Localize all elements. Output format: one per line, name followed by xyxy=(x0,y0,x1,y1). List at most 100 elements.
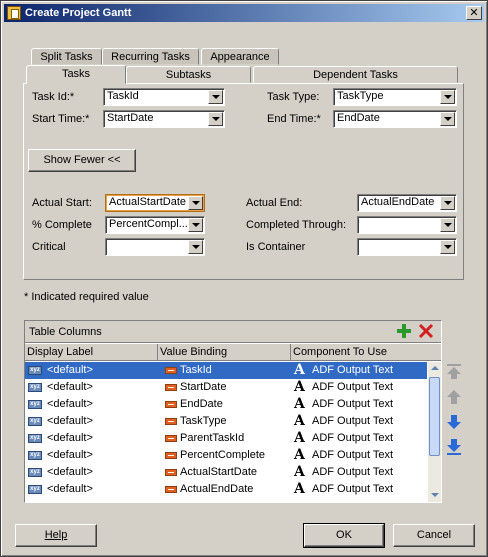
add-icon[interactable] xyxy=(396,323,412,339)
title-bar: Create Project Gantt ✕ xyxy=(4,4,484,22)
row-display-label: <default> xyxy=(47,415,93,427)
completed-through-combo[interactable] xyxy=(357,216,457,234)
table-scrollbar[interactable] xyxy=(428,362,441,502)
row-component: ADF Output Text xyxy=(312,466,394,478)
percent-complete-value: PercentCompl... xyxy=(109,218,188,230)
row-display-label: <default> xyxy=(47,449,93,461)
chevron-down-icon[interactable] xyxy=(440,90,455,104)
row-component: ADF Output Text xyxy=(312,449,394,461)
end-time-value: EndDate xyxy=(337,112,380,124)
tab-recurring-tasks[interactable]: Recurring Tasks xyxy=(102,48,199,65)
binding-icon xyxy=(165,452,177,459)
close-button[interactable]: ✕ xyxy=(466,6,482,20)
start-time-label: Start Time:* xyxy=(32,113,90,125)
scroll-thumb[interactable] xyxy=(429,377,440,456)
cancel-button[interactable]: Cancel xyxy=(393,524,475,547)
move-up-icon[interactable] xyxy=(445,388,463,406)
chevron-down-icon[interactable] xyxy=(188,240,203,254)
actual-start-value: ActualStartDate xyxy=(109,196,187,208)
row-component: ADF Output Text xyxy=(312,415,394,427)
tab-dependent-tasks[interactable]: Dependent Tasks xyxy=(253,66,458,83)
adf-component-icon: A xyxy=(294,447,305,463)
row-display-label: <default> xyxy=(47,364,93,376)
show-fewer-button[interactable]: Show Fewer << xyxy=(28,149,136,172)
actual-end-combo[interactable]: ActualEndDate xyxy=(357,194,457,212)
end-time-combo[interactable]: EndDate xyxy=(333,110,457,128)
table-row[interactable]: xyz <default> ActualEndDate A ADF Output Tex… xyxy=(25,481,427,498)
move-top-icon[interactable] xyxy=(445,363,463,381)
ok-button[interactable]: OK xyxy=(303,523,385,548)
move-down-icon[interactable] xyxy=(445,413,463,431)
chevron-down-icon[interactable] xyxy=(188,218,203,232)
chevron-down-icon[interactable] xyxy=(208,90,223,104)
chevron-down-icon[interactable] xyxy=(440,218,455,232)
table-row[interactable]: xyz <default> ActualStartDate A ADF Output T… xyxy=(25,464,427,481)
move-bottom-icon[interactable] xyxy=(445,438,463,456)
column-display-label[interactable]: Display Label xyxy=(25,344,158,361)
output-text-icon: xyz xyxy=(28,400,42,409)
percent-complete-combo[interactable]: PercentCompl... xyxy=(105,216,205,234)
row-value-binding: ActualEndDate xyxy=(180,483,254,495)
row-value-binding: TaskId xyxy=(180,364,212,376)
scroll-down-icon[interactable] xyxy=(428,489,441,502)
tab-appearance[interactable]: Appearance xyxy=(201,48,279,65)
chevron-down-icon[interactable] xyxy=(440,196,455,210)
is-container-label: Is Container xyxy=(246,241,306,253)
task-type-combo[interactable]: TaskType xyxy=(333,88,457,106)
scroll-up-icon[interactable] xyxy=(428,362,441,375)
task-id-value: TaskId xyxy=(107,90,139,102)
tab-subtasks[interactable]: Subtasks xyxy=(126,66,251,83)
row-value-binding: PercentComplete xyxy=(180,449,265,461)
table-title: Table Columns xyxy=(29,326,102,338)
row-value-binding: StartDate xyxy=(180,381,227,393)
chevron-down-icon[interactable] xyxy=(188,196,203,210)
adf-component-icon: A xyxy=(294,430,305,446)
help-label: Help xyxy=(44,529,68,541)
task-type-value: TaskType xyxy=(337,90,384,102)
binding-icon xyxy=(165,418,177,425)
row-display-label: <default> xyxy=(47,381,93,393)
row-display-label: <default> xyxy=(47,483,93,495)
column-component-to-use[interactable]: Component To Use xyxy=(291,344,441,361)
output-text-icon: xyz xyxy=(28,434,42,443)
adf-component-icon: A xyxy=(294,396,305,412)
table-row[interactable]: xyz <default> TaskType A ADF Output Text xyxy=(25,413,427,430)
chevron-down-icon[interactable] xyxy=(208,112,223,126)
binding-icon xyxy=(165,469,177,476)
tab-split-tasks[interactable]: Split Tasks xyxy=(31,48,102,65)
window-title: Create Project Gantt xyxy=(25,7,132,19)
start-time-value: StartDate xyxy=(107,112,154,124)
help-button[interactable]: Help xyxy=(15,524,97,547)
critical-combo[interactable] xyxy=(105,238,205,256)
table-row[interactable]: xyz <default> StartDate A ADF Output Text xyxy=(25,379,427,396)
output-text-icon: xyz xyxy=(28,451,42,460)
row-value-binding: ParentTaskId xyxy=(180,432,245,444)
completed-through-label: Completed Through: xyxy=(246,219,347,231)
chevron-down-icon[interactable] xyxy=(440,112,455,126)
tab-tasks[interactable]: Tasks xyxy=(26,65,126,84)
output-text-icon: xyz xyxy=(28,417,42,426)
table-row[interactable]: xyz <default> EndDate A ADF Output Text xyxy=(25,396,427,413)
chevron-down-icon[interactable] xyxy=(440,240,455,254)
column-value-binding[interactable]: Value Binding xyxy=(158,344,291,361)
table-body: xyz <default> TaskId A ADF Output Text xyz <de… xyxy=(25,362,427,502)
table-row[interactable]: xyz <default> PercentComplete A ADF Output T… xyxy=(25,447,427,464)
start-time-combo[interactable]: StartDate xyxy=(103,110,225,128)
row-component: ADF Output Text xyxy=(312,364,394,376)
task-id-label: Task Id:* xyxy=(32,91,75,103)
binding-icon xyxy=(165,435,177,442)
output-text-icon: xyz xyxy=(28,366,42,375)
row-component: ADF Output Text xyxy=(312,398,394,410)
output-text-icon: xyz xyxy=(28,485,42,494)
adf-component-icon: A xyxy=(294,464,305,480)
table-columns-group: Table Columns Display Label Value Bindin… xyxy=(24,320,442,503)
is-container-combo[interactable] xyxy=(357,238,457,256)
table-row[interactable]: xyz <default> TaskId A ADF Output Text xyxy=(25,362,427,379)
adf-component-icon: A xyxy=(294,362,305,378)
row-component: ADF Output Text xyxy=(312,381,394,393)
row-value-binding: EndDate xyxy=(180,398,223,410)
table-row[interactable]: xyz <default> ParentTaskId A ADF Output Text xyxy=(25,430,427,447)
actual-start-combo[interactable]: ActualStartDate xyxy=(105,194,205,212)
remove-icon[interactable] xyxy=(418,323,434,339)
task-id-combo[interactable]: TaskId xyxy=(103,88,225,106)
